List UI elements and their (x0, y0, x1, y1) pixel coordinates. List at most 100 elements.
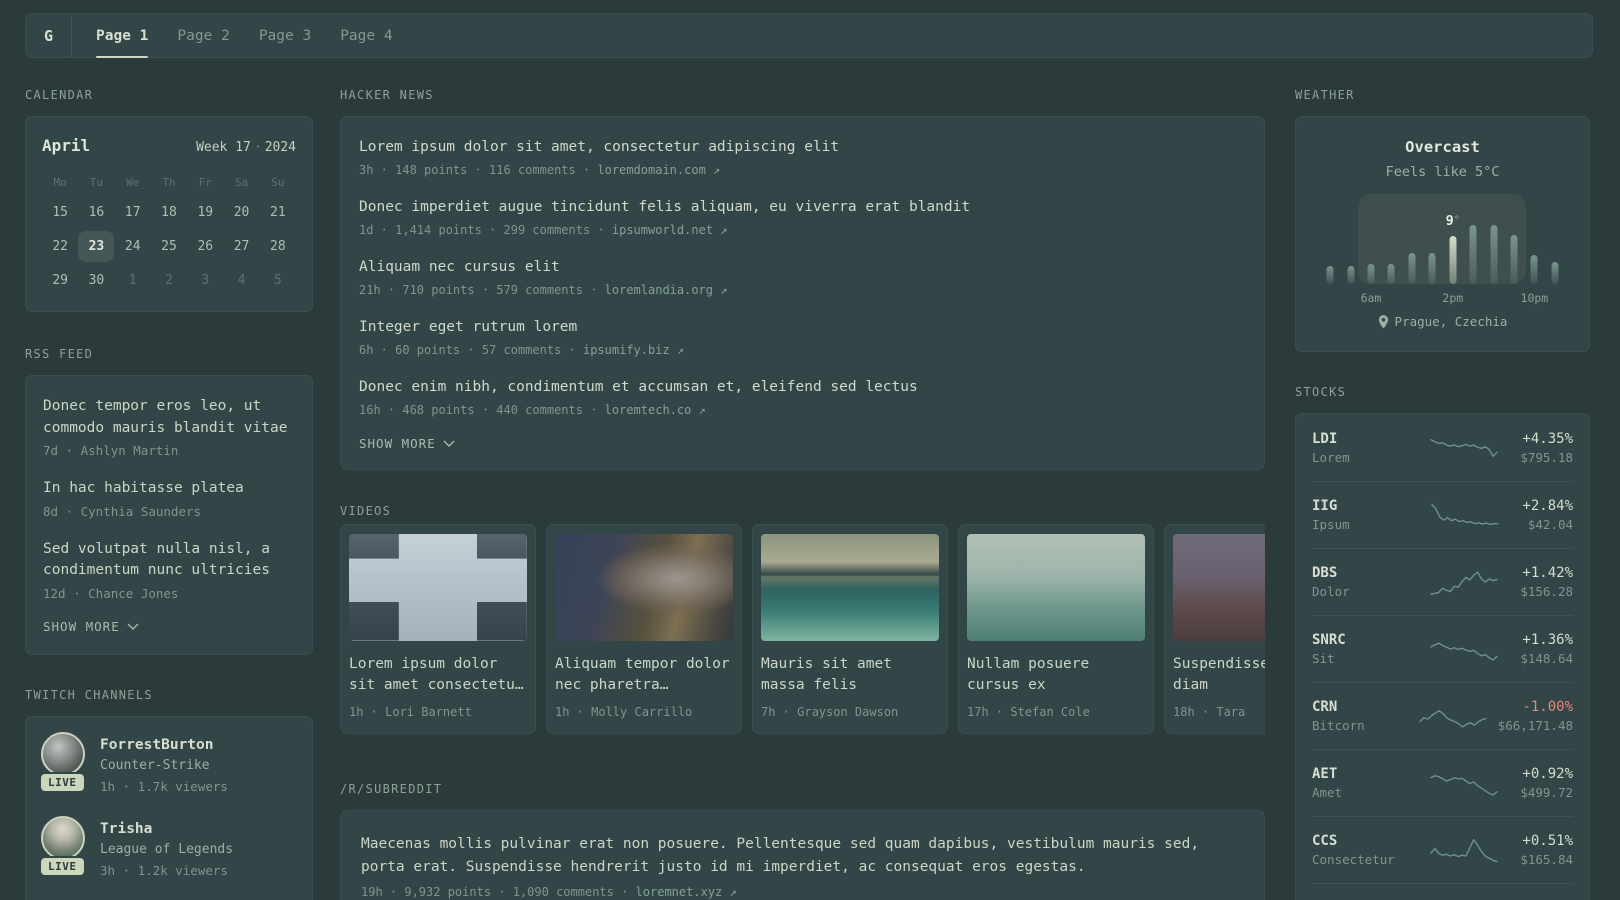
stock-row[interactable]: CRN Bitcorn -1.00% $66,171.48 (1312, 682, 1573, 749)
stock-row[interactable]: AHS +0.46% (1312, 883, 1573, 900)
weather-bar (1545, 194, 1565, 284)
stock-row[interactable]: IIG Ipsum +2.84% $42.04 (1312, 481, 1573, 548)
hn-item: Donec imperdiet augue tincidunt felis al… (359, 197, 1246, 240)
stock-row[interactable]: CCS Consectetur +0.51% $165.84 (1312, 816, 1573, 883)
twitch-category[interactable]: League of Legends (100, 839, 233, 861)
calendar-day: 30 (88, 272, 105, 288)
subreddit-section-label: /R/SUBREDDIT (340, 782, 443, 796)
twitch-avatar-wrap: LIVE (39, 731, 86, 797)
hn-item-link[interactable]: ipsumify.biz ↗ (583, 343, 684, 357)
weekday-label: Fr (198, 175, 212, 189)
video-title[interactable]: Lorem ipsum dolor sit amet consectetu… (349, 654, 527, 696)
weekday-label: We (126, 175, 140, 189)
video-thumbnail[interactable] (555, 534, 733, 641)
rss-item-title[interactable]: Donec tempor eros leo, ut commodo mauris… (43, 396, 295, 439)
video-card: Aliquam tempor dolor nec pharetra… 1h · … (546, 524, 742, 734)
video-thumbnail[interactable] (967, 534, 1145, 641)
video-title[interactable]: Nullam posuere cursus ex (967, 654, 1145, 696)
hn-item-title[interactable]: Donec enim nibh, condimentum et accumsan… (359, 377, 1246, 398)
calendar-year: 2024 (264, 140, 296, 155)
video-thumbnail[interactable] (761, 534, 939, 641)
calendar-day-next-month: 5 (273, 272, 282, 288)
stock-change: +1.42% (1522, 565, 1573, 581)
video-title[interactable]: Mauris sit amet massa felis (761, 654, 939, 696)
avatar[interactable] (41, 815, 85, 860)
hn-item-title[interactable]: Lorem ipsum dolor sit amet, consectetur … (359, 137, 1246, 158)
video-carousel: Lorem ipsum dolor sit amet consectetu… 1… (340, 524, 1265, 734)
video-thumbnail[interactable] (349, 534, 527, 641)
stocks-section-label: STOCKS (1295, 385, 1347, 399)
stock-change: +0.92% (1522, 766, 1573, 782)
hn-item-link[interactable]: ipsumworld.net ↗ (612, 223, 728, 237)
video-title[interactable]: Aliquam tempor dolor nec pharetra… (555, 654, 733, 696)
rss-item-title[interactable]: In hac habitasse platea (43, 478, 295, 500)
weekday-label: Th (162, 175, 176, 189)
tab-page-4[interactable]: Page 4 (340, 14, 392, 57)
hn-item-link[interactable]: loremtech.co ↗ (605, 403, 706, 417)
logo-button[interactable]: G (26, 14, 73, 57)
stock-row[interactable]: LDI Lorem +4.35% $795.18 (1312, 414, 1573, 481)
weather-location: Prague, Czechia (1316, 314, 1569, 329)
reddit-post-link[interactable]: loremnet.xyz ↗ (636, 885, 737, 899)
rss-item-meta: 12d · Chance Jones (43, 585, 179, 601)
tab-page-3[interactable]: Page 3 (259, 14, 311, 57)
calendar-month: April (42, 136, 91, 155)
hn-item-meta: 6h · 60 points · 57 comments · ipsumify.… (359, 341, 1246, 360)
weekday-label: Tu (89, 175, 104, 189)
hn-item-meta: 21h · 710 points · 579 comments · loreml… (359, 281, 1246, 300)
twitch-card: LIVE ForrestBurton Counter-Strike 1h · 1… (25, 715, 313, 900)
video-card: Suspendisse potenti diam 18h · Tara (1164, 524, 1265, 734)
tab-page-1[interactable]: Page 1 (96, 14, 149, 58)
calendar-day: 21 (270, 204, 286, 220)
hn-show-more-button[interactable]: SHOW MORE (359, 436, 1246, 451)
avatar[interactable] (41, 731, 85, 776)
video-title[interactable]: Suspendisse potenti diam (1173, 654, 1265, 696)
weather-bar (1340, 194, 1360, 284)
rss-show-more-button[interactable]: SHOW MORE (43, 619, 295, 634)
weekday-label: Sa (234, 175, 249, 189)
calendar-day-next-month: 2 (165, 272, 173, 288)
location-text: Prague, Czechia (1394, 314, 1508, 329)
calendar-section-label: CALENDAR (25, 88, 94, 102)
show-more-label: SHOW MORE (359, 436, 436, 451)
twitch-category[interactable]: Counter-Strike (100, 755, 228, 777)
calendar-day: 29 (52, 272, 68, 288)
stock-ticker: LDI (1312, 430, 1338, 447)
nav-tabs: Page 1 Page 2 Page 3 Page 4 (96, 14, 393, 58)
chevron-down-icon (127, 623, 139, 630)
hn-item-title[interactable]: Aliquam nec cursus elit (359, 257, 1246, 278)
stock-row[interactable]: SNRC Sit +1.36% $148.64 (1312, 615, 1573, 682)
twitch-channel-name[interactable]: ForrestBurton (100, 732, 228, 755)
rss-item-title[interactable]: Sed volutpat nulla nisl, a condimentum n… (43, 539, 295, 582)
stock-ticker: DBS (1312, 565, 1338, 581)
stock-price: $499.72 (1520, 785, 1573, 800)
stock-change: +0.51% (1522, 833, 1573, 849)
video-thumbnail[interactable] (1173, 534, 1265, 641)
weather-hour-labels: 6am 2pm 10pm (1320, 291, 1565, 305)
video-meta: 18h · Tara (1173, 705, 1246, 719)
tab-page-2[interactable]: Page 2 (177, 14, 229, 57)
weather-hourly-chart: 9° (1320, 194, 1565, 284)
hn-item-title[interactable]: Integer eget rutrum lorem (359, 317, 1246, 338)
hn-item-link[interactable]: loremlandia.org ↗ (605, 283, 728, 297)
hn-item-title[interactable]: Donec imperdiet augue tincidunt felis al… (359, 197, 1246, 218)
weather-section-label: WEATHER (1295, 88, 1355, 102)
stock-change: -1.00% (1522, 699, 1573, 715)
video-card: Mauris sit amet massa felis 7h · Grayson… (752, 524, 948, 734)
stocks-card: LDI Lorem +4.35% $795.18 IIG Ipsum +2.84… (1295, 413, 1590, 900)
rss-item: Donec tempor eros leo, ut commodo mauris… (43, 396, 295, 460)
calendar-widget: CALENDAR April Week 17 · 2024 Mo Tu We Th … (25, 88, 313, 312)
sparkline (1408, 768, 1520, 798)
reddit-post-meta: 19h · 9,932 points · 1,090 comments · lo… (361, 883, 1244, 900)
videos-widget: VIDEOS Lorem ipsum dolor sit amet consec… (340, 504, 1265, 734)
hacker-news-widget: HACKER NEWS Lorem ipsum dolor sit amet, … (340, 88, 1265, 470)
reddit-post-title[interactable]: Maecenas mollis pulvinar erat non posuer… (361, 833, 1244, 878)
hn-item-link[interactable]: loremdomain.com ↗ (597, 163, 720, 177)
stock-row[interactable]: AET Amet +0.92% $499.72 (1312, 749, 1573, 816)
middle-column: HACKER NEWS Lorem ipsum dolor sit amet, … (340, 88, 1265, 900)
twitch-channel-name[interactable]: Trisha (100, 816, 233, 839)
show-more-label: SHOW MORE (43, 618, 120, 634)
stock-row[interactable]: DBS Dolor +1.42% $156.28 (1312, 548, 1573, 615)
hn-item: Donec enim nibh, condimentum et accumsan… (359, 377, 1246, 420)
video-meta: 7h · Grayson Dawson (761, 705, 899, 719)
